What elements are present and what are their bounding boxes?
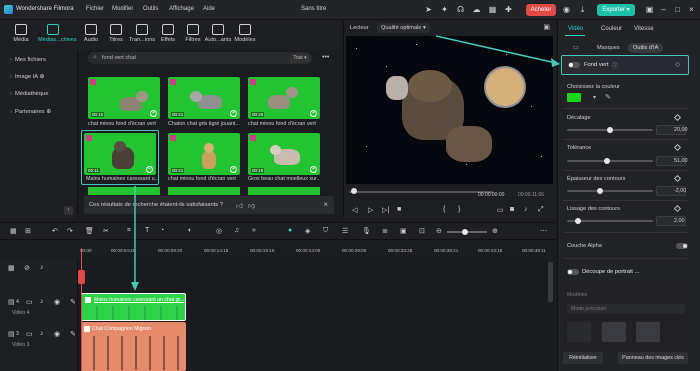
arrow-to-green-screen [435,35,557,64]
arrowhead [551,58,560,67]
tutorial-arrows [131,35,560,291]
arrowhead [131,282,139,291]
